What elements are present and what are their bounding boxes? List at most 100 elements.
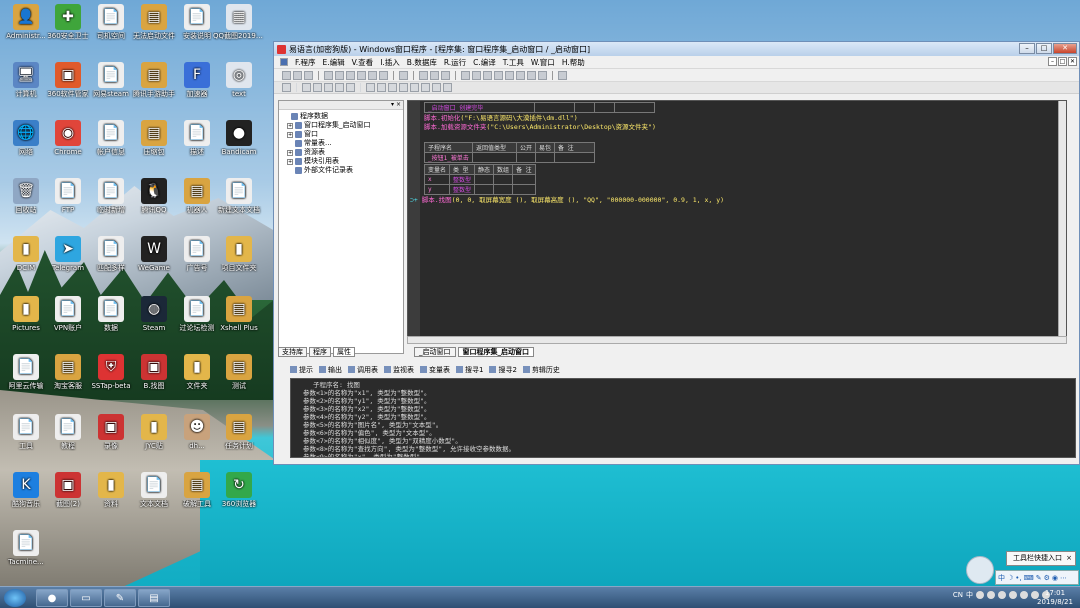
tree-item[interactable]: 外部文件记录表: [283, 166, 403, 175]
desktop-icon[interactable]: ▤ Xshell Plus: [213, 296, 265, 333]
tree-item[interactable]: + 窗口: [283, 130, 403, 139]
desktop-icon[interactable]: ↻ 360浏览器: [213, 472, 265, 509]
grid-icon[interactable]: [421, 83, 430, 92]
step-out-icon[interactable]: [505, 70, 514, 80]
copy-icon[interactable]: [335, 70, 344, 80]
menu-compile[interactable]: C.编译: [473, 57, 496, 68]
redo-icon[interactable]: [379, 70, 388, 80]
run-to-cursor-icon[interactable]: [516, 70, 525, 80]
cut-icon[interactable]: [324, 70, 333, 80]
table-row[interactable]: x 整数型: [423, 174, 536, 185]
code-line-1[interactable]: 脚本.初始化("F:\易语言源码\大漠插件\dm.dll"): [424, 114, 1058, 123]
table-cell[interactable]: [474, 174, 495, 185]
table-cell[interactable]: y: [423, 184, 451, 195]
editor-horizontal-scrollbar[interactable]: [407, 336, 1067, 344]
menu-run[interactable]: R.运行: [444, 57, 466, 68]
code-line-2[interactable]: 脚本.加载资源文件夹("C:\Users\Administrator\Deskt…: [424, 123, 1058, 132]
expand-icon[interactable]: +: [287, 131, 293, 138]
leaf-icon[interactable]: [283, 114, 289, 120]
bottom-tab[interactable]: 搜寻1: [456, 365, 483, 375]
taskbar-app-folder[interactable]: ▤: [138, 589, 170, 607]
menu-insert[interactable]: I.插入: [380, 57, 400, 68]
table-cell[interactable]: [493, 174, 514, 185]
paste-icon[interactable]: [346, 70, 355, 80]
tray-app-icon[interactable]: [987, 591, 995, 599]
expand-icon[interactable]: +: [287, 122, 293, 129]
table-cell[interactable]: x: [423, 174, 451, 185]
desktop-icon[interactable]: ▦ QQ截图2019082...: [213, 4, 265, 41]
ime-toolbar-button[interactable]: ✎: [1036, 574, 1042, 582]
table-cell[interactable]: [512, 174, 536, 185]
run-icon[interactable]: [461, 70, 470, 80]
bottom-tab[interactable]: 变量表: [420, 365, 450, 375]
desktop-icon[interactable]: ▤ 测试: [213, 354, 265, 391]
editor-vertical-scrollbar[interactable]: [1058, 101, 1066, 343]
mdi-restore-button[interactable]: □: [1058, 57, 1067, 66]
expand-icon[interactable]: +: [287, 158, 293, 165]
assistant-avatar[interactable]: [966, 556, 994, 584]
desktop-icon[interactable]: ▮ 项目文件夹: [213, 236, 265, 273]
tray-clock[interactable]: 17:01 2019/8/21: [1034, 589, 1076, 607]
ime-toolbar-button[interactable]: 中: [998, 573, 1005, 583]
bottom-tab[interactable]: 提示: [290, 365, 313, 375]
table-cell[interactable]: 整数型: [449, 174, 476, 185]
space-v-icon[interactable]: [410, 83, 419, 92]
desktop-icon[interactable]: 📄 Tacmine...: [0, 530, 52, 567]
menu-database[interactable]: B.数据库: [407, 57, 437, 68]
mdi-minimize-button[interactable]: –: [1048, 57, 1057, 66]
step-into-icon[interactable]: [483, 70, 492, 80]
align-left-icon[interactable]: [282, 83, 291, 92]
delete-icon[interactable]: [357, 70, 366, 80]
table-cell[interactable]: [472, 152, 517, 163]
mdi-close-button[interactable]: ✕: [1068, 57, 1077, 66]
hint-output-pane[interactable]: 子程序名: 找图 参数<1>的名称为"x1", 类型为"整数型"。 参数<2>的名称…: [290, 378, 1076, 458]
open-icon[interactable]: [293, 70, 302, 80]
help-icon[interactable]: [558, 70, 567, 80]
tree-item[interactable]: + 资源表: [283, 148, 403, 157]
breakpoint-icon[interactable]: [527, 70, 536, 80]
table-cell[interactable]: [474, 184, 495, 195]
table-cell[interactable]: [515, 152, 537, 163]
menu-tools[interactable]: T.工具: [503, 57, 524, 68]
tab-startup-window[interactable]: _启动窗口: [414, 347, 456, 357]
menu-window[interactable]: W.窗口: [531, 57, 555, 68]
layout-icon[interactable]: [419, 70, 428, 80]
same-width-icon[interactable]: [366, 83, 375, 92]
panel-header-buttons[interactable]: ▾ ×: [279, 101, 403, 110]
align-bottom-icon[interactable]: [324, 83, 333, 92]
step-over-icon[interactable]: [494, 70, 503, 80]
align-top-icon[interactable]: [313, 83, 322, 92]
menu-view[interactable]: V.查看: [352, 57, 374, 68]
same-size-icon[interactable]: [388, 83, 397, 92]
order-icon[interactable]: [443, 83, 452, 92]
tray-ime[interactable]: 中: [966, 590, 973, 600]
hand-icon[interactable]: [538, 70, 547, 80]
table-cell[interactable]: 整数型: [449, 184, 476, 195]
expand-icon[interactable]: +: [287, 149, 293, 156]
desktop-icon[interactable]: ● Bandicam: [213, 120, 265, 157]
tab-program[interactable]: 程序: [309, 347, 331, 357]
tray-network-icon[interactable]: [1020, 591, 1028, 599]
leaf-icon[interactable]: [287, 168, 293, 174]
ime-toolbar-button[interactable]: ☽: [1007, 574, 1013, 582]
ime-toolbar-button[interactable]: ⋯: [1060, 574, 1067, 582]
tooltip-close-button[interactable]: ×: [1066, 552, 1072, 565]
ime-toolbar-button[interactable]: •,: [1015, 574, 1021, 582]
table-row[interactable]: y 整数型: [423, 184, 536, 195]
tray-shield-icon[interactable]: [1009, 591, 1017, 599]
find-icon[interactable]: [399, 70, 408, 80]
menu-program[interactable]: F.程序: [295, 57, 316, 68]
table-cell[interactable]: [512, 184, 536, 195]
taskbar-app-bandicam[interactable]: ●: [36, 589, 68, 607]
tab-properties[interactable]: 属性: [333, 347, 355, 357]
window-titlebar[interactable]: 易语言(加密狗版) - Windows窗口程序 - [程序集: 窗口程序集_启动…: [274, 42, 1079, 56]
bottom-tab[interactable]: 输出: [319, 365, 342, 375]
tree-item[interactable]: + 窗口程序集_启动窗口: [283, 121, 403, 130]
tray-record-icon[interactable]: [976, 591, 984, 599]
stop-icon[interactable]: [472, 70, 481, 80]
undo-icon[interactable]: [368, 70, 377, 80]
tree-item[interactable]: 程序数据: [283, 112, 403, 121]
bottom-tab[interactable]: 剪辑历史: [522, 365, 560, 375]
tree-item[interactable]: + 模块引用表: [283, 157, 403, 166]
center-h-icon[interactable]: [335, 83, 344, 92]
